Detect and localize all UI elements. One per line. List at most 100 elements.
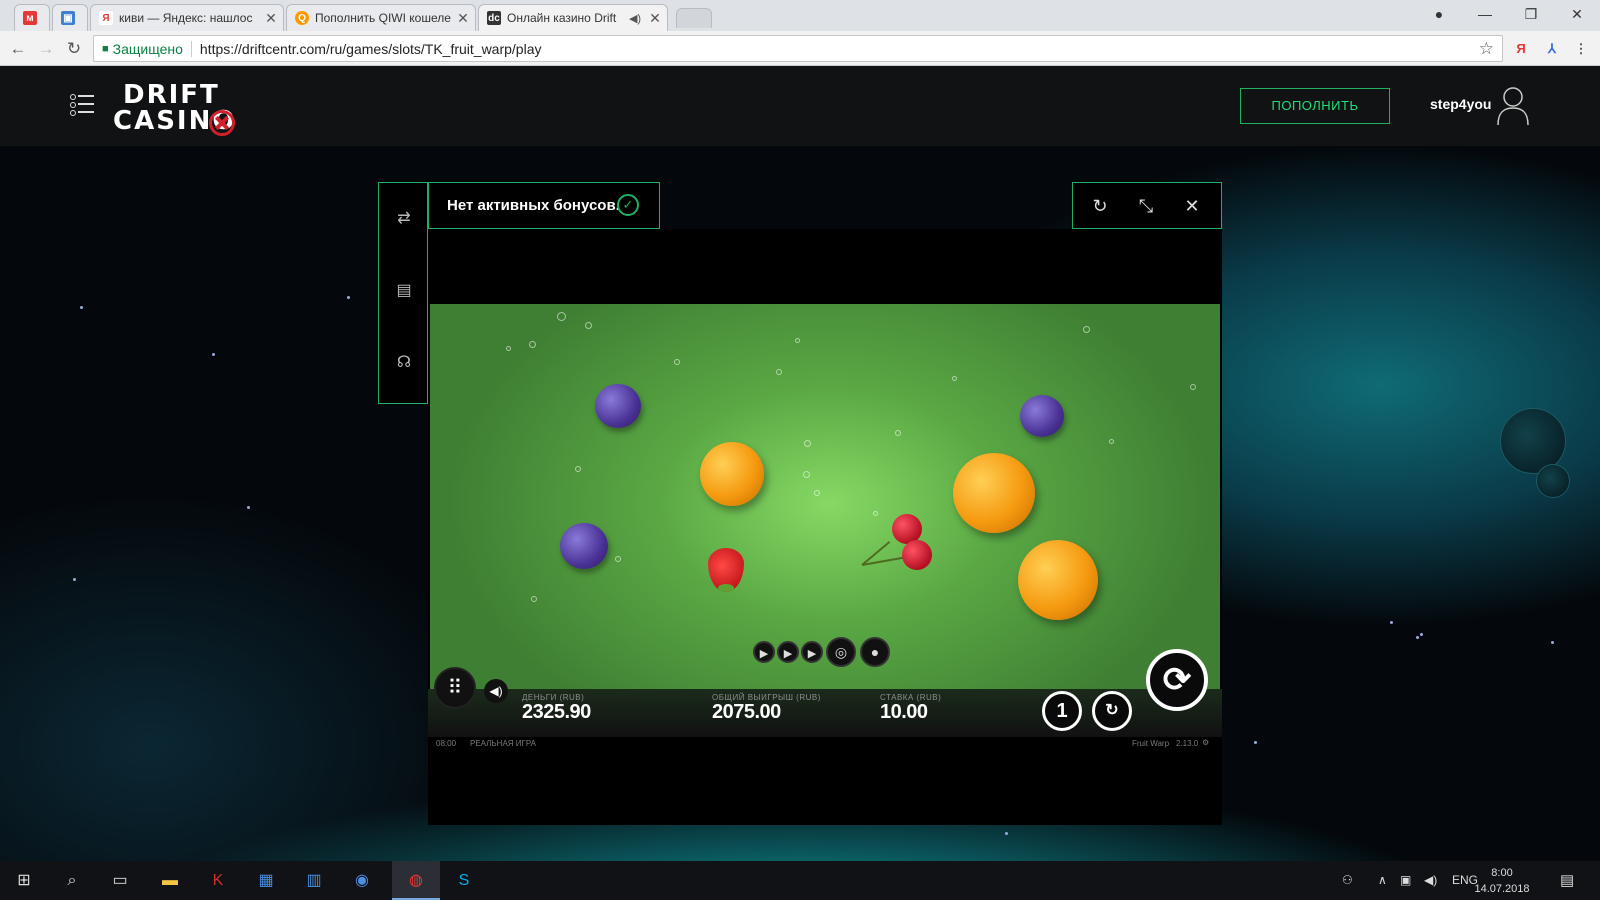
bubble-decoration: [531, 596, 537, 602]
tab-yandex[interactable]: Я киви — Яндекс: нашлос ✕: [90, 4, 284, 31]
doc-icon: ▣: [61, 11, 75, 25]
task-view-icon[interactable]: ▭: [96, 861, 144, 900]
footer-mode: РЕАЛЬНАЯ ИГРА: [470, 739, 537, 748]
mail-icon: м: [23, 11, 37, 25]
orange-symbol: [700, 442, 764, 506]
address-bar[interactable]: ■ Защищено https://driftcentr.com/ru/gam…: [93, 35, 1503, 62]
bubble-decoration: [506, 346, 511, 351]
tab-label: Пополнить QIWI кошеле: [315, 11, 451, 25]
bonus-status: Нет активных бонусов. ✓: [428, 182, 660, 229]
star-decoration: [1254, 741, 1257, 744]
user-avatar-icon[interactable]: [1496, 84, 1530, 126]
sound-icon[interactable]: ◀): [484, 679, 508, 703]
bubble-decoration: [804, 440, 811, 447]
restore-icon[interactable]: ❐: [1516, 4, 1546, 24]
footer-version: 2.13.0: [1176, 739, 1199, 748]
clock-time: 8:00: [1491, 867, 1513, 879]
spiral-mode-icon[interactable]: ◎: [826, 637, 856, 667]
tab-mail[interactable]: м: [14, 4, 50, 31]
game-hud: ⠿ ◀) ДЕНЬГИ (RUB) 2325.90 ОБЩИЙ ВЫИГРЫШ …: [428, 649, 1222, 737]
bubble-decoration: [895, 430, 901, 436]
profile-icon[interactable]: ●: [1424, 4, 1454, 24]
volume-icon[interactable]: ◀): [1424, 861, 1437, 900]
app-icon[interactable]: ◉: [338, 861, 386, 900]
star-decoration: [212, 353, 215, 356]
star-decoration: [347, 296, 350, 299]
search-icon[interactable]: ⌕: [48, 861, 96, 900]
notifications-icon[interactable]: ▤: [1560, 861, 1574, 900]
deposit-button[interactable]: ПОПОЛНИТЬ: [1240, 88, 1390, 124]
tray-chevron-icon[interactable]: ∧: [1378, 861, 1387, 900]
minimize-icon[interactable]: —: [1470, 4, 1500, 24]
shuffle-icon[interactable]: ⇄: [394, 209, 414, 229]
footer-time: 08:00: [436, 739, 457, 748]
bubble-decoration: [803, 471, 810, 478]
bet-level-button[interactable]: 1: [1042, 691, 1082, 731]
window-close-icon[interactable]: ✕: [1562, 4, 1592, 24]
windows-start-icon[interactable]: ⊞: [0, 861, 48, 900]
close-icon[interactable]: ✕: [647, 10, 663, 27]
url-text[interactable]: https://driftcentr.com/ru/games/slots/TK…: [200, 41, 542, 57]
file-explorer-icon[interactable]: ▬: [146, 861, 194, 900]
username[interactable]: step4you: [1430, 96, 1491, 112]
close-icon[interactable]: ✕: [1181, 195, 1203, 217]
autoplay-icon[interactable]: ↻: [1092, 691, 1132, 731]
audio-icon[interactable]: ◀): [627, 12, 643, 25]
new-tab-button[interactable]: [676, 8, 712, 28]
plum-symbol: [595, 384, 641, 428]
tab-label: киви — Яндекс: нашлос: [119, 11, 253, 25]
game-menu-icon[interactable]: ⠿: [434, 667, 476, 709]
divider: [190, 40, 192, 57]
tab-doc[interactable]: ▣: [52, 4, 88, 31]
browser-tab-bar: м ▣ Я киви — Яндекс: нашлос ✕ Q Пополнит…: [0, 0, 1600, 31]
bubble-decoration: [557, 312, 566, 321]
lock-icon: ■: [102, 42, 109, 55]
game-canvas[interactable]: [430, 304, 1220, 731]
footer-game-name: Fruit Warp: [1132, 739, 1170, 748]
close-icon[interactable]: ✕: [263, 10, 279, 27]
store-icon[interactable]: ▦: [242, 861, 290, 900]
logo[interactable]: DRIFT CASINO: [113, 80, 243, 136]
support-headset-icon[interactable]: ☊: [394, 353, 414, 373]
tab-qiwi[interactable]: Q Пополнить QIWI кошеле ✕: [286, 4, 476, 31]
bet-value: 10.00: [880, 701, 928, 723]
kaspersky-icon[interactable]: K: [194, 861, 242, 900]
strawberry-symbol: [708, 548, 744, 592]
plum-symbol: [1020, 395, 1064, 437]
tab-drift[interactable]: dc Онлайн казино Drift ◀) ✕: [478, 4, 668, 31]
game-footer: 08:00 РЕАЛЬНАЯ ИГРА Fruit Warp 2.13.0 ⚙: [428, 737, 1222, 751]
spin-button[interactable]: ⟳: [1146, 649, 1208, 711]
forward-icon[interactable]: →: [34, 37, 58, 61]
close-icon[interactable]: ✕: [455, 10, 471, 27]
more-menu-icon[interactable]: ⋮: [1572, 40, 1590, 58]
fruit-mode-icon[interactable]: ●: [860, 637, 890, 667]
menu-icon[interactable]: [70, 92, 94, 116]
play-mode-2-icon[interactable]: ▶: [777, 641, 799, 663]
refresh-icon[interactable]: ↻: [1089, 195, 1111, 217]
yandex-icon: Я: [99, 11, 113, 25]
bookmark-star-icon[interactable]: ☆: [1479, 39, 1494, 59]
bubble-decoration: [529, 341, 536, 348]
extension-icon[interactable]: ⅄: [1543, 40, 1561, 58]
back-icon[interactable]: ←: [6, 37, 30, 61]
chrome-icon[interactable]: ◍: [392, 861, 440, 900]
skype-icon[interactable]: S: [440, 861, 488, 900]
browser-toolbar: ← → ↻ ■ Защищено https://driftcentr.com/…: [0, 31, 1600, 66]
settings-icon[interactable]: ⚙: [1202, 738, 1209, 747]
game-side-rail: ⇄ ▤ ☊: [378, 182, 428, 404]
clock[interactable]: 8:00 14.07.2018: [1472, 865, 1532, 897]
orange-symbol: [953, 453, 1035, 533]
yandex-extension-icon[interactable]: Я: [1512, 40, 1530, 58]
reload-icon[interactable]: ↻: [62, 37, 86, 61]
network-app-icon[interactable]: ▥: [290, 861, 338, 900]
wallet-icon[interactable]: ▤: [394, 281, 414, 301]
bubble-decoration: [795, 338, 800, 343]
money-value: 2325.90: [522, 701, 591, 723]
people-icon[interactable]: ⚇: [1342, 861, 1353, 900]
play-mode-3-icon[interactable]: ▶: [801, 641, 823, 663]
network-icon[interactable]: ▣: [1400, 861, 1411, 900]
tab-label: Онлайн казино Drift: [507, 11, 617, 25]
fullscreen-icon[interactable]: ⤡: [1135, 195, 1157, 217]
play-mode-1-icon[interactable]: ▶: [753, 641, 775, 663]
bonus-text: Нет активных бонусов.: [447, 197, 620, 214]
